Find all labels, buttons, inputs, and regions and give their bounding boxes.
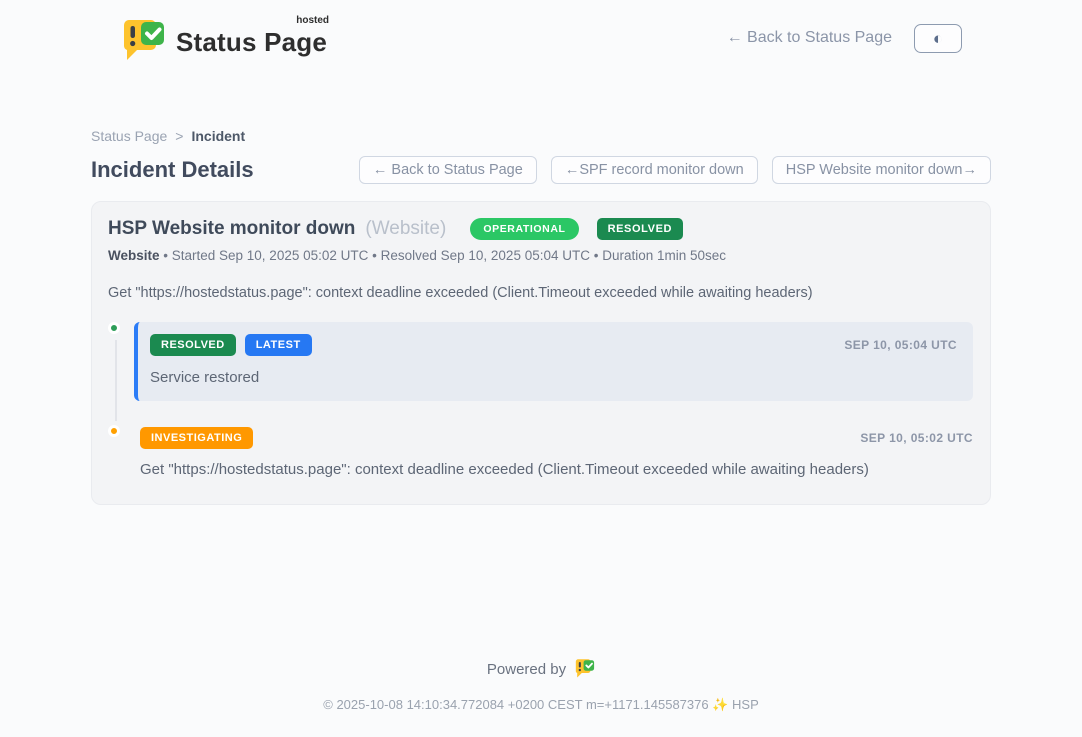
timeline-dot-investigating — [108, 425, 120, 437]
header-right: ← Back to Status Page ◐ — [727, 24, 962, 53]
incident-card-header: HSP Website monitor down (Website) OPERA… — [108, 218, 973, 240]
next-incident-button[interactable]: HSP Website monitor down→ — [772, 156, 991, 184]
powered-by: Powered by — [0, 657, 1082, 682]
brand-logo-link[interactable]: Status Page hosted — [120, 15, 327, 61]
incident-component: (Website) — [365, 218, 446, 240]
timeline-item-investigating: INVESTIGATING SEP 10, 05:02 UTC Get "htt… — [134, 425, 973, 478]
incident-meta-component: Website — [108, 248, 160, 263]
status-page-mini-logo-icon[interactable] — [574, 657, 595, 682]
header-back-link[interactable]: ← Back to Status Page — [727, 29, 892, 47]
timeline-timestamp: SEP 10, 05:04 UTC — [844, 338, 957, 352]
breadcrumb-incident: Incident — [191, 128, 245, 144]
incident-title: HSP Website monitor down — [108, 218, 355, 240]
resolved-badge: RESOLVED — [150, 334, 236, 356]
title-row: Incident Details ← Back to Status Page ←… — [91, 156, 991, 184]
timeline-highlight-box: RESOLVED LATEST SEP 10, 05:04 UTC Servic… — [134, 322, 973, 401]
status-page-logo-icon — [120, 15, 166, 61]
brand-hosted-label: hosted — [296, 15, 329, 26]
brand-text-wrap: Status Page hosted — [176, 19, 327, 58]
breadcrumb-separator: > — [175, 128, 183, 144]
incident-meta: Website • Started Sep 10, 2025 05:02 UTC… — [108, 248, 973, 263]
breadcrumb-status-page[interactable]: Status Page — [91, 128, 167, 144]
copyright-line: © 2025-10-08 14:10:34.772084 +0200 CEST … — [0, 697, 1082, 713]
timeline-timestamp: SEP 10, 05:02 UTC — [860, 431, 973, 445]
resolved-status-badge: RESOLVED — [597, 218, 684, 240]
incident-description: Get "https://hostedstatus.page": context… — [108, 285, 973, 301]
page-title: Incident Details — [91, 157, 254, 183]
footer: Powered by © 2025-10-08 14:10:34.772084 … — [0, 657, 1082, 713]
timeline-message: Get "https://hostedstatus.page": context… — [140, 461, 973, 478]
timeline-item-header: RESOLVED LATEST SEP 10, 05:04 UTC — [150, 334, 957, 356]
incident-meta-details: • Started Sep 10, 2025 05:02 UTC • Resol… — [160, 248, 727, 263]
breadcrumb: Status Page > Incident — [91, 128, 991, 144]
timeline-item-resolved: RESOLVED LATEST SEP 10, 05:04 UTC Servic… — [134, 322, 973, 401]
half-circle-contrast-icon: ◐ — [933, 29, 943, 48]
back-to-status-page-button[interactable]: ← Back to Status Page — [359, 156, 537, 184]
timeline-plain-entry: INVESTIGATING SEP 10, 05:02 UTC Get "htt… — [134, 425, 973, 478]
powered-by-label: Powered by — [487, 661, 566, 678]
incident-card: HSP Website monitor down (Website) OPERA… — [91, 201, 991, 505]
prev-incident-button[interactable]: ←SPF record monitor down — [551, 156, 758, 184]
latest-badge: LATEST — [245, 334, 312, 356]
timeline-connector-line — [115, 340, 117, 421]
investigating-badge: INVESTIGATING — [140, 427, 253, 449]
brand-name: Status Page — [176, 27, 327, 57]
timeline-message: Service restored — [150, 369, 957, 386]
main-content: Status Page > Incident Incident Details … — [91, 128, 991, 505]
incident-nav-buttons: ← Back to Status Page ←SPF record monito… — [359, 156, 991, 184]
header: Status Page hosted ← Back to Status Page… — [0, 0, 1082, 62]
incident-timeline: RESOLVED LATEST SEP 10, 05:04 UTC Servic… — [108, 322, 973, 478]
timeline-dot-resolved — [108, 322, 120, 334]
operational-status-badge: OPERATIONAL — [470, 218, 578, 240]
theme-toggle-button[interactable]: ◐ — [914, 24, 962, 53]
timeline-item-header: INVESTIGATING SEP 10, 05:02 UTC — [140, 427, 973, 449]
